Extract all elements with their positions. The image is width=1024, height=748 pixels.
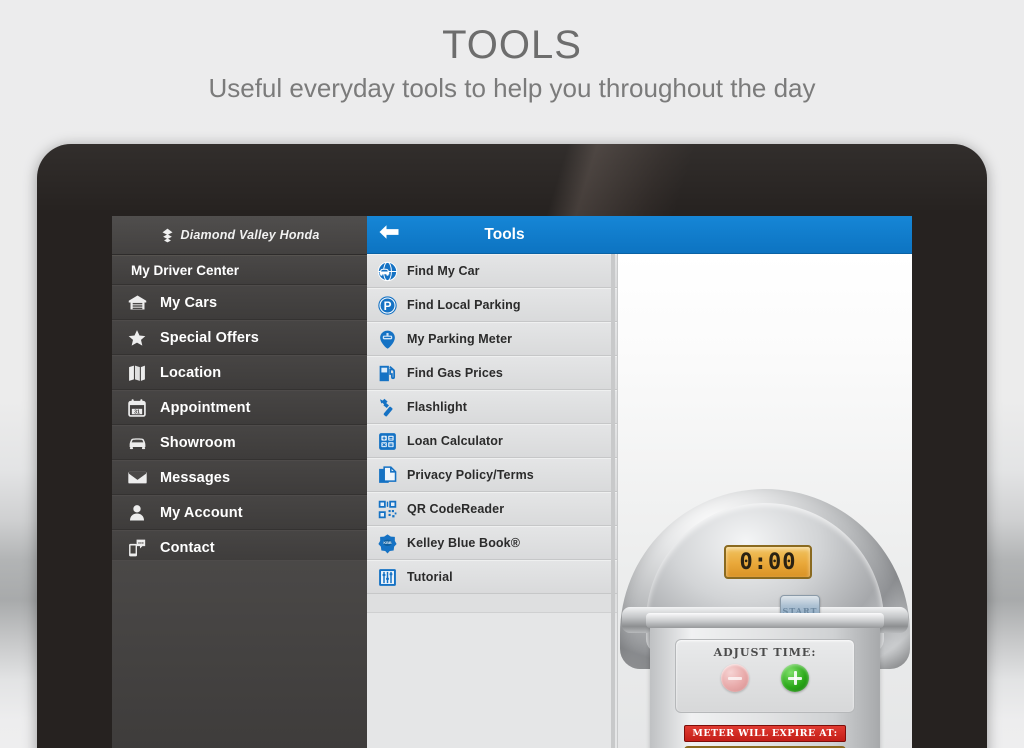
parking-meter-graphic: 0:00 START ADJUST TIME: METER WILL EXPIR… xyxy=(620,489,910,748)
bezel-top-sheen xyxy=(37,144,987,214)
meter-body-cap xyxy=(646,613,884,628)
tool-item-kelley-blue-book[interactable]: KBB Kelley Blue Book® xyxy=(367,526,617,560)
gas-pump-icon xyxy=(377,363,398,384)
sidebar-item-showroom[interactable]: Showroom xyxy=(112,425,367,460)
meter-time-value: 0:00 xyxy=(739,549,797,575)
sidebar: Diamond Valley Honda My Driver Center My… xyxy=(112,216,367,748)
phone-chat-icon xyxy=(126,537,148,559)
page-subtitle: Useful everyday tools to help you throug… xyxy=(208,73,816,103)
tool-item-loan-calculator[interactable]: Loan Calculator xyxy=(367,424,617,458)
parking-meter-panel: 0:00 START ADJUST TIME: METER WILL EXPIR… xyxy=(618,254,912,748)
tool-item-label: QR CodeReader xyxy=(407,502,505,516)
tablet-screen: Diamond Valley Honda My Driver Center My… xyxy=(112,216,912,748)
sidebar-item-messages[interactable]: Messages xyxy=(112,460,367,495)
calculator-icon xyxy=(377,431,398,452)
tool-item-find-my-car[interactable]: Find My Car xyxy=(367,254,617,288)
page-title-topbar: Tools xyxy=(484,225,525,243)
sidebar-item-label: Special Offers xyxy=(160,329,259,346)
sidebar-item-label: Appointment xyxy=(160,399,251,416)
adjust-time-panel: ADJUST TIME: xyxy=(675,639,855,713)
parking-p-icon: P xyxy=(377,295,398,316)
tools-list-empty-area xyxy=(367,612,617,748)
top-navigation-bar: Tools xyxy=(367,216,912,254)
sidebar-empty-area xyxy=(112,560,367,748)
tools-list-scrollbar[interactable] xyxy=(611,254,615,748)
sidebar-item-appointment[interactable]: 31 Appointment xyxy=(112,390,367,425)
map-icon xyxy=(126,362,148,384)
sliders-icon xyxy=(377,567,398,588)
sidebar-item-label: My Driver Center xyxy=(131,262,240,278)
car-locate-icon xyxy=(377,261,398,282)
content-area: Find My Car P Find Local Parking My Park… xyxy=(367,254,912,748)
decrease-time-button[interactable] xyxy=(721,664,749,692)
tool-item-flashlight[interactable]: Flashlight xyxy=(367,390,617,424)
adjust-time-buttons xyxy=(676,659,854,692)
sidebar-item-label: Messages xyxy=(160,469,231,486)
sidebar-item-my-cars[interactable]: My Cars xyxy=(112,285,367,320)
sidebar-item-my-driver-center[interactable]: My Driver Center xyxy=(112,255,367,285)
tool-item-tutorial[interactable]: Tutorial xyxy=(367,560,617,594)
tool-item-label: Find Local Parking xyxy=(407,298,521,312)
garage-icon xyxy=(126,292,148,314)
tool-item-label: Tutorial xyxy=(407,570,453,584)
tool-item-label: Find My Car xyxy=(407,264,480,278)
car-icon xyxy=(126,432,148,454)
meter-expire-label: METER WILL EXPIRE AT: xyxy=(684,725,846,742)
sidebar-item-label: My Cars xyxy=(160,294,218,311)
person-icon xyxy=(126,502,148,524)
sidebar-item-label: Location xyxy=(160,364,222,381)
tool-item-privacy-policy-terms[interactable]: Privacy Policy/Terms xyxy=(367,458,617,492)
tablet-device-frame: Diamond Valley Honda My Driver Center My… xyxy=(37,144,987,748)
page-heading-block: TOOLS Useful everyday tools to help you … xyxy=(0,0,1024,105)
sidebar-item-location[interactable]: Location xyxy=(112,355,367,390)
flashlight-icon xyxy=(377,397,398,418)
documents-icon xyxy=(377,465,398,486)
main-panel: Tools Find My Car P Find Local Parking M… xyxy=(367,216,912,748)
svg-text:31: 31 xyxy=(134,409,140,415)
sidebar-item-my-account[interactable]: My Account xyxy=(112,495,367,530)
qr-code-icon xyxy=(377,499,398,520)
calendar-31-icon: 31 xyxy=(126,397,148,419)
sidebar-item-label: Showroom xyxy=(160,434,236,451)
svg-text:KBB: KBB xyxy=(383,541,392,545)
adjust-time-label: ADJUST TIME: xyxy=(713,646,817,659)
meter-time-display: 0:00 xyxy=(724,545,812,579)
diamond-logo-icon xyxy=(160,228,175,243)
sidebar-item-label: Contact xyxy=(160,539,215,556)
svg-text:P: P xyxy=(384,299,392,313)
tool-item-label: Loan Calculator xyxy=(407,434,503,448)
tool-item-my-parking-meter[interactable]: My Parking Meter xyxy=(367,322,617,356)
tool-item-find-local-parking[interactable]: P Find Local Parking xyxy=(367,288,617,322)
sidebar-item-special-offers[interactable]: Special Offers xyxy=(112,320,367,355)
increase-time-button[interactable] xyxy=(781,664,809,692)
meter-expire-label-text: METER WILL EXPIRE AT: xyxy=(692,728,838,739)
tool-item-label: Flashlight xyxy=(407,400,468,414)
tool-item-label: Kelley Blue Book® xyxy=(407,536,521,550)
tool-item-label: Privacy Policy/Terms xyxy=(407,468,534,482)
envelope-icon xyxy=(126,467,148,489)
tool-item-label: Find Gas Prices xyxy=(407,366,503,380)
tool-item-qr-code-reader[interactable]: QR CodeReader xyxy=(367,492,617,526)
tool-item-find-gas-prices[interactable]: Find Gas Prices xyxy=(367,356,617,390)
page-title: TOOLS xyxy=(442,23,582,67)
parking-meter-pin-icon xyxy=(377,329,398,350)
tools-list: Find My Car P Find Local Parking My Park… xyxy=(367,254,618,748)
kbb-badge-icon: KBB xyxy=(377,533,398,554)
tool-item-label: My Parking Meter xyxy=(407,332,513,346)
star-icon xyxy=(126,327,148,349)
sidebar-item-label: My Account xyxy=(160,504,243,521)
